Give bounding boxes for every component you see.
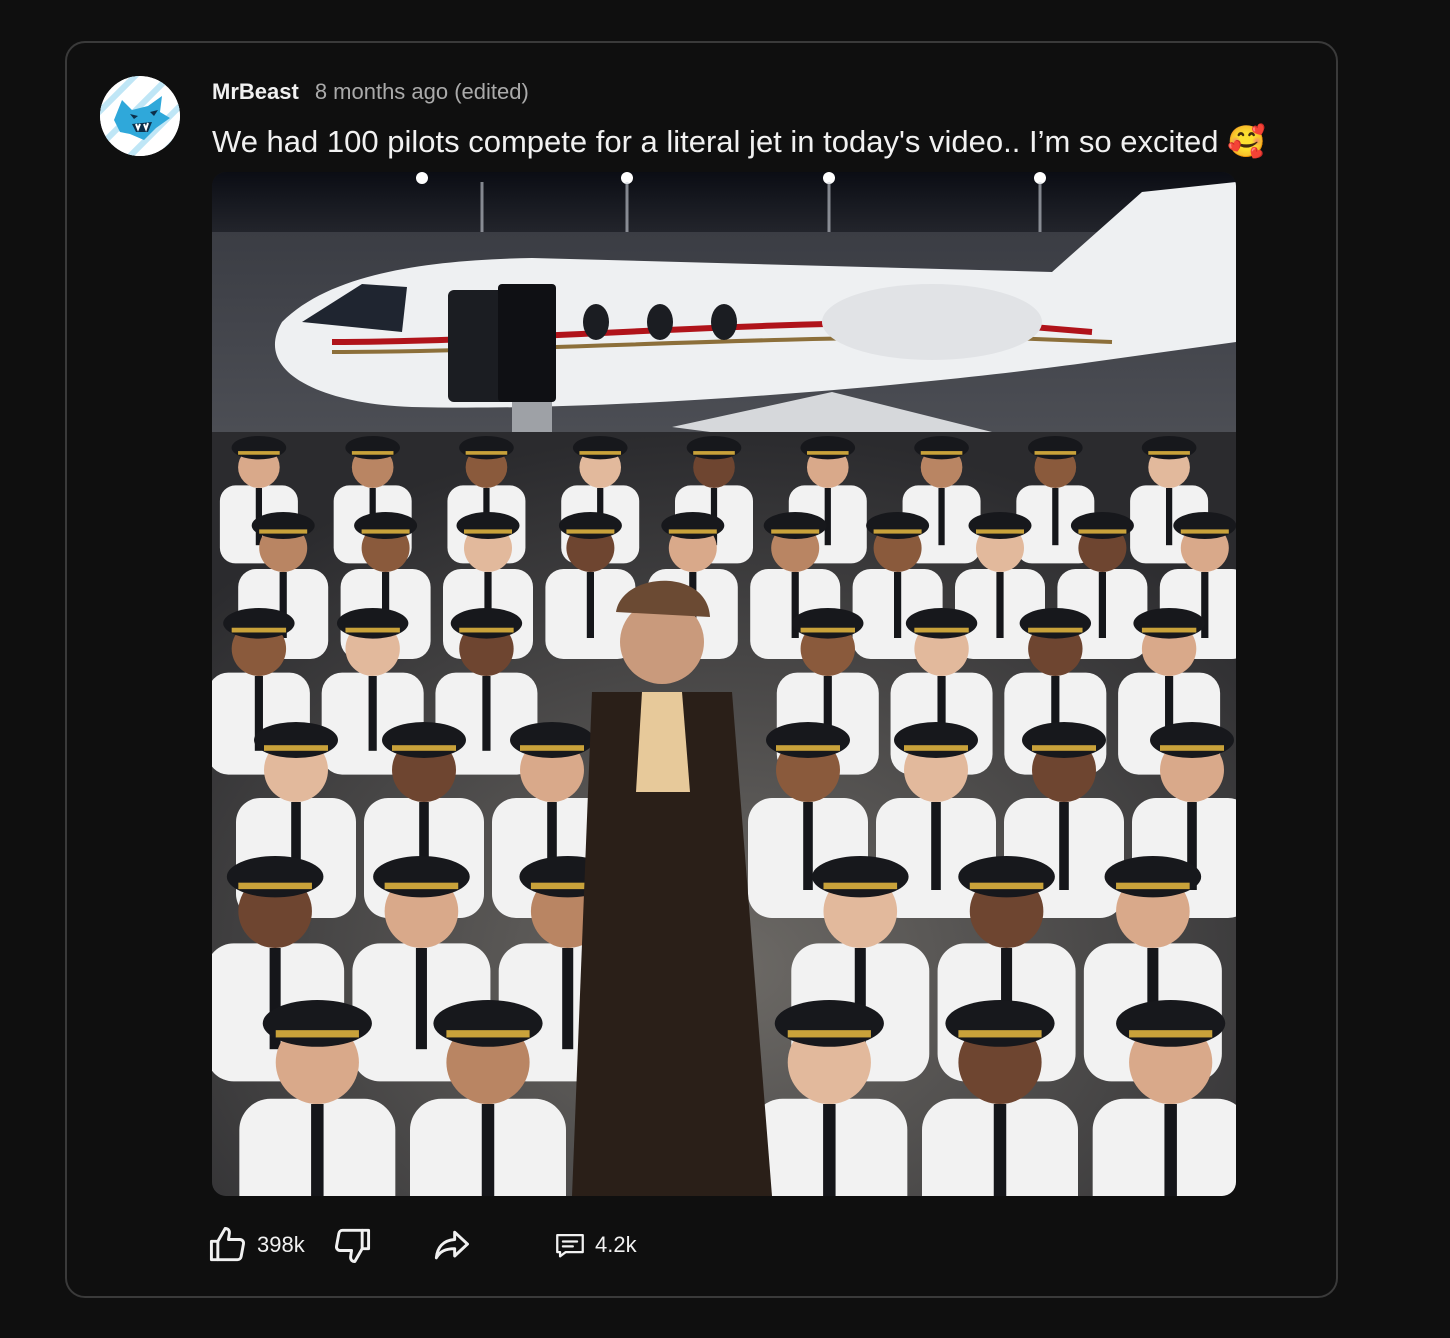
post-image[interactable] <box>212 172 1236 1196</box>
comments-button[interactable]: 4.2k <box>553 1219 637 1271</box>
beast-panther-logo-icon <box>100 76 180 156</box>
share-button[interactable] <box>429 1219 473 1271</box>
thumbs-up-icon <box>209 1227 245 1262</box>
channel-avatar[interactable] <box>100 76 180 156</box>
pilots-jet-photo <box>212 172 1236 1196</box>
thumbs-down-icon <box>335 1228 371 1263</box>
comment-count: 4.2k <box>595 1232 637 1257</box>
share-arrow-icon <box>434 1230 469 1260</box>
like-count: 398k <box>257 1232 305 1257</box>
community-post-card: MrBeast 8 months ago (edited) We had 100… <box>65 41 1338 1298</box>
dislike-button[interactable] <box>331 1219 375 1271</box>
post-timestamp[interactable]: 8 months ago (edited) <box>315 79 529 105</box>
post-actions: 398k 4.2k <box>205 1219 705 1271</box>
author-name[interactable]: MrBeast <box>212 79 299 105</box>
post-text: We had 100 pilots compete for a literal … <box>212 124 1266 159</box>
like-button[interactable]: 398k <box>205 1219 305 1271</box>
comment-icon <box>556 1233 584 1258</box>
post-header: MrBeast 8 months ago (edited) <box>212 79 529 105</box>
